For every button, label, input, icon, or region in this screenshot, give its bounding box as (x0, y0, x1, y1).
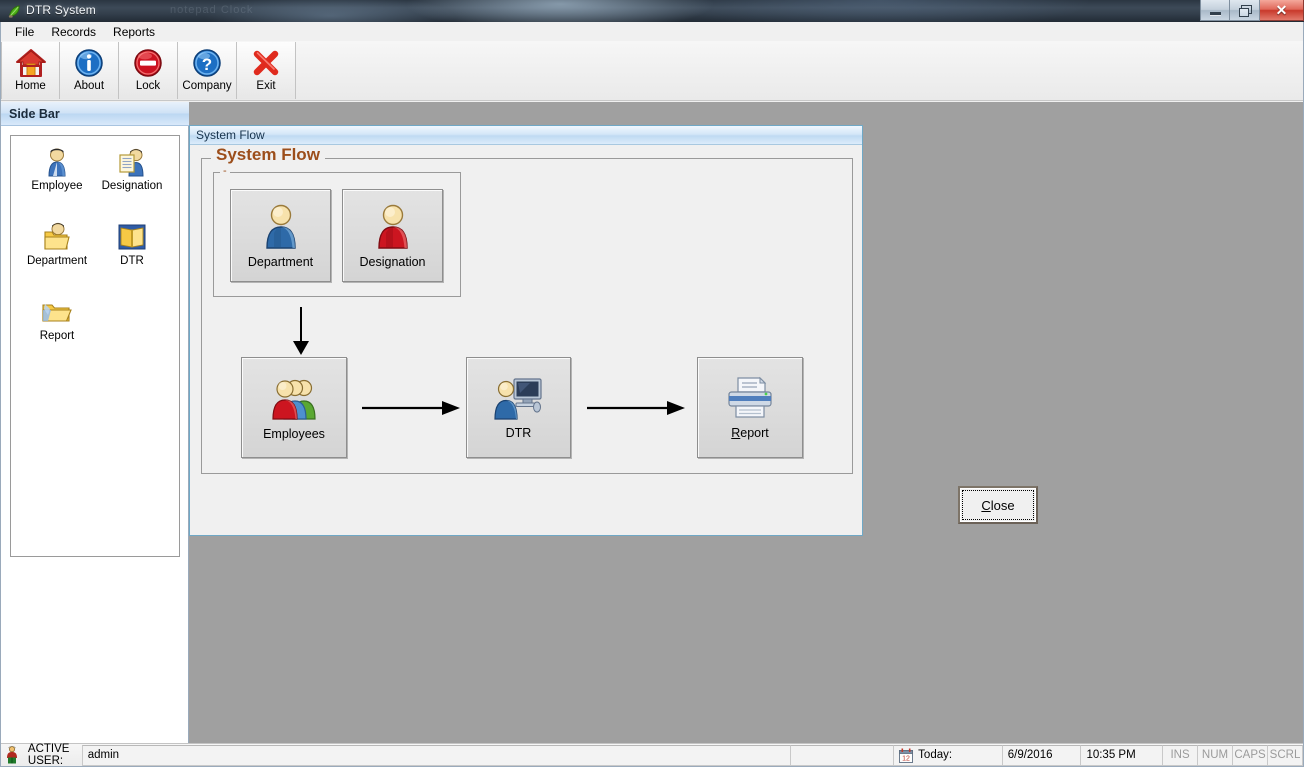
arrow-right-1-icon (362, 399, 462, 417)
window-controls: ✕ (1200, 0, 1304, 22)
date-cell: 6/9/2016 (1001, 744, 1082, 766)
mdi-workspace: System Flow System Flow - Department Des… (189, 102, 1303, 766)
toolbar-exit-label: Exit (256, 80, 276, 92)
user-folder-icon (41, 221, 73, 253)
system-flow-titlebar: System Flow (190, 126, 862, 145)
flow-report-button[interactable]: Report (697, 357, 803, 458)
time-cell: 10:35 PM (1080, 744, 1164, 766)
menu-bar: File Records Reports (1, 22, 1303, 41)
flow-dtr-button[interactable]: DTR (466, 357, 571, 458)
flow-employees-button[interactable]: Employees (241, 357, 347, 458)
close-button-label: Close (981, 498, 1014, 513)
menu-reports[interactable]: Reports (105, 23, 164, 41)
app-leaf-icon (7, 4, 22, 19)
close-icon[interactable]: ✕ (1260, 0, 1304, 21)
sidebar-item-label: Employee (31, 180, 83, 192)
sidebar-header-label: Side Bar (9, 106, 60, 121)
person-red-icon (372, 203, 414, 251)
application-window: DTR System notepad Clock ✕ File Records … (0, 0, 1304, 767)
titlebar-ghost-text: notepad Clock (170, 4, 254, 16)
sidebar-item-label: Designation (101, 180, 163, 192)
red-x-icon (250, 47, 282, 79)
status-bar: ACTIVE USER: admin 12 Today: 6/9/2016 10… (0, 743, 1304, 767)
flow-department-button[interactable]: Department (230, 189, 331, 282)
menu-file[interactable]: File (7, 23, 43, 41)
today-cell: 12 Today: (893, 744, 1003, 766)
sidebar-item-department[interactable]: Department (19, 221, 95, 267)
lock-deny-icon (132, 47, 164, 79)
question-icon: ? (191, 47, 223, 79)
window-titlebar: DTR System notepad Clock ✕ (0, 0, 1304, 22)
folder-open-icon (41, 296, 73, 328)
indicator-num: NUM (1197, 744, 1234, 766)
close-button[interactable]: Close (958, 486, 1038, 524)
main-toolbar: Home About Lock ? Company Exit (1, 41, 1303, 101)
user-list-icon (116, 146, 148, 178)
sidebar-item-label: Department (26, 255, 88, 267)
system-flow-window: System Flow System Flow - Department Des… (189, 125, 1038, 536)
sidebar-item-dtr[interactable]: DTR (94, 221, 170, 267)
toolbar-lock-label: Lock (135, 80, 161, 92)
computer-user-icon (492, 376, 546, 422)
flow-designation-label: Designation (359, 254, 426, 269)
toolbar-about-label: About (73, 80, 105, 92)
person-blue-icon (260, 203, 302, 251)
flow-dtr-label: DTR (505, 425, 532, 440)
calendar-icon: 12 (899, 748, 914, 763)
sidebar-item-label: DTR (120, 255, 144, 267)
close-button-accel: C (981, 497, 991, 513)
sidebar-item-report[interactable]: Report (19, 296, 95, 342)
flow-designation-button[interactable]: Designation (342, 189, 443, 282)
arrow-right-2-icon (587, 399, 687, 417)
home-icon (15, 47, 47, 79)
master-setup-groupbox-title: - (220, 166, 230, 173)
minimize-icon[interactable] (1200, 0, 1230, 21)
book-icon (116, 221, 148, 253)
menu-records[interactable]: Records (43, 23, 105, 41)
printer-icon (724, 376, 776, 422)
system-flow-groupbox: System Flow - Department Designation Emp… (201, 146, 853, 474)
today-label: Today: (918, 749, 953, 761)
flow-employees-label: Employees (263, 426, 325, 441)
close-glyph: ✕ (1275, 2, 1288, 18)
toolbar-lock[interactable]: Lock (119, 42, 178, 99)
status-spacer-cell (789, 744, 895, 766)
user-status-icon (0, 745, 24, 766)
indicator-caps: CAPS (1232, 744, 1269, 766)
people-group-icon (266, 375, 322, 423)
system-flow-groupbox-title: System Flow (211, 146, 325, 164)
restore-icon[interactable] (1230, 0, 1260, 21)
master-setup-groupbox: - Department Designation (213, 166, 461, 297)
system-flow-title: System Flow (196, 128, 265, 142)
sidebar: Side Bar Employee Designation Department… (1, 102, 189, 766)
flow-report-label: Report (731, 426, 769, 440)
active-user-label: ACTIVE USER: (27, 743, 70, 767)
toolbar-company-label: Company (182, 80, 232, 92)
sidebar-header: Side Bar (1, 102, 189, 126)
svg-text:?: ? (202, 55, 212, 74)
sidebar-item-designation[interactable]: Designation (94, 146, 170, 192)
flow-report-accel: R (731, 425, 741, 440)
arrow-down-icon (289, 307, 313, 357)
toolbar-home[interactable]: Home (1, 42, 60, 99)
active-user-value: admin (81, 744, 791, 766)
system-flow-body: System Flow - Department Designation Emp… (190, 145, 1038, 535)
toolbar-exit[interactable]: Exit (237, 42, 296, 99)
toolbar-company[interactable]: ? Company (178, 42, 237, 99)
indicator-scrl: SCRL (1267, 744, 1304, 766)
svg-text:12: 12 (902, 755, 910, 762)
toolbar-about[interactable]: About (60, 42, 119, 99)
sidebar-item-employee[interactable]: Employee (19, 146, 95, 192)
indicator-ins: INS (1162, 744, 1199, 766)
user-blue-icon (41, 146, 73, 178)
info-icon (73, 47, 105, 79)
window-title: DTR System (26, 3, 97, 17)
window-client-area: File Records Reports Home About Lock ? C… (0, 22, 1304, 767)
sidebar-panel: Employee Designation Department DTR Repo… (10, 135, 180, 557)
flow-department-label: Department (247, 254, 314, 269)
close-button-rest: lose (990, 497, 1015, 513)
sidebar-item-label: Report (39, 330, 75, 342)
toolbar-home-label: Home (15, 80, 46, 92)
flow-report-rest: eport (740, 425, 769, 440)
